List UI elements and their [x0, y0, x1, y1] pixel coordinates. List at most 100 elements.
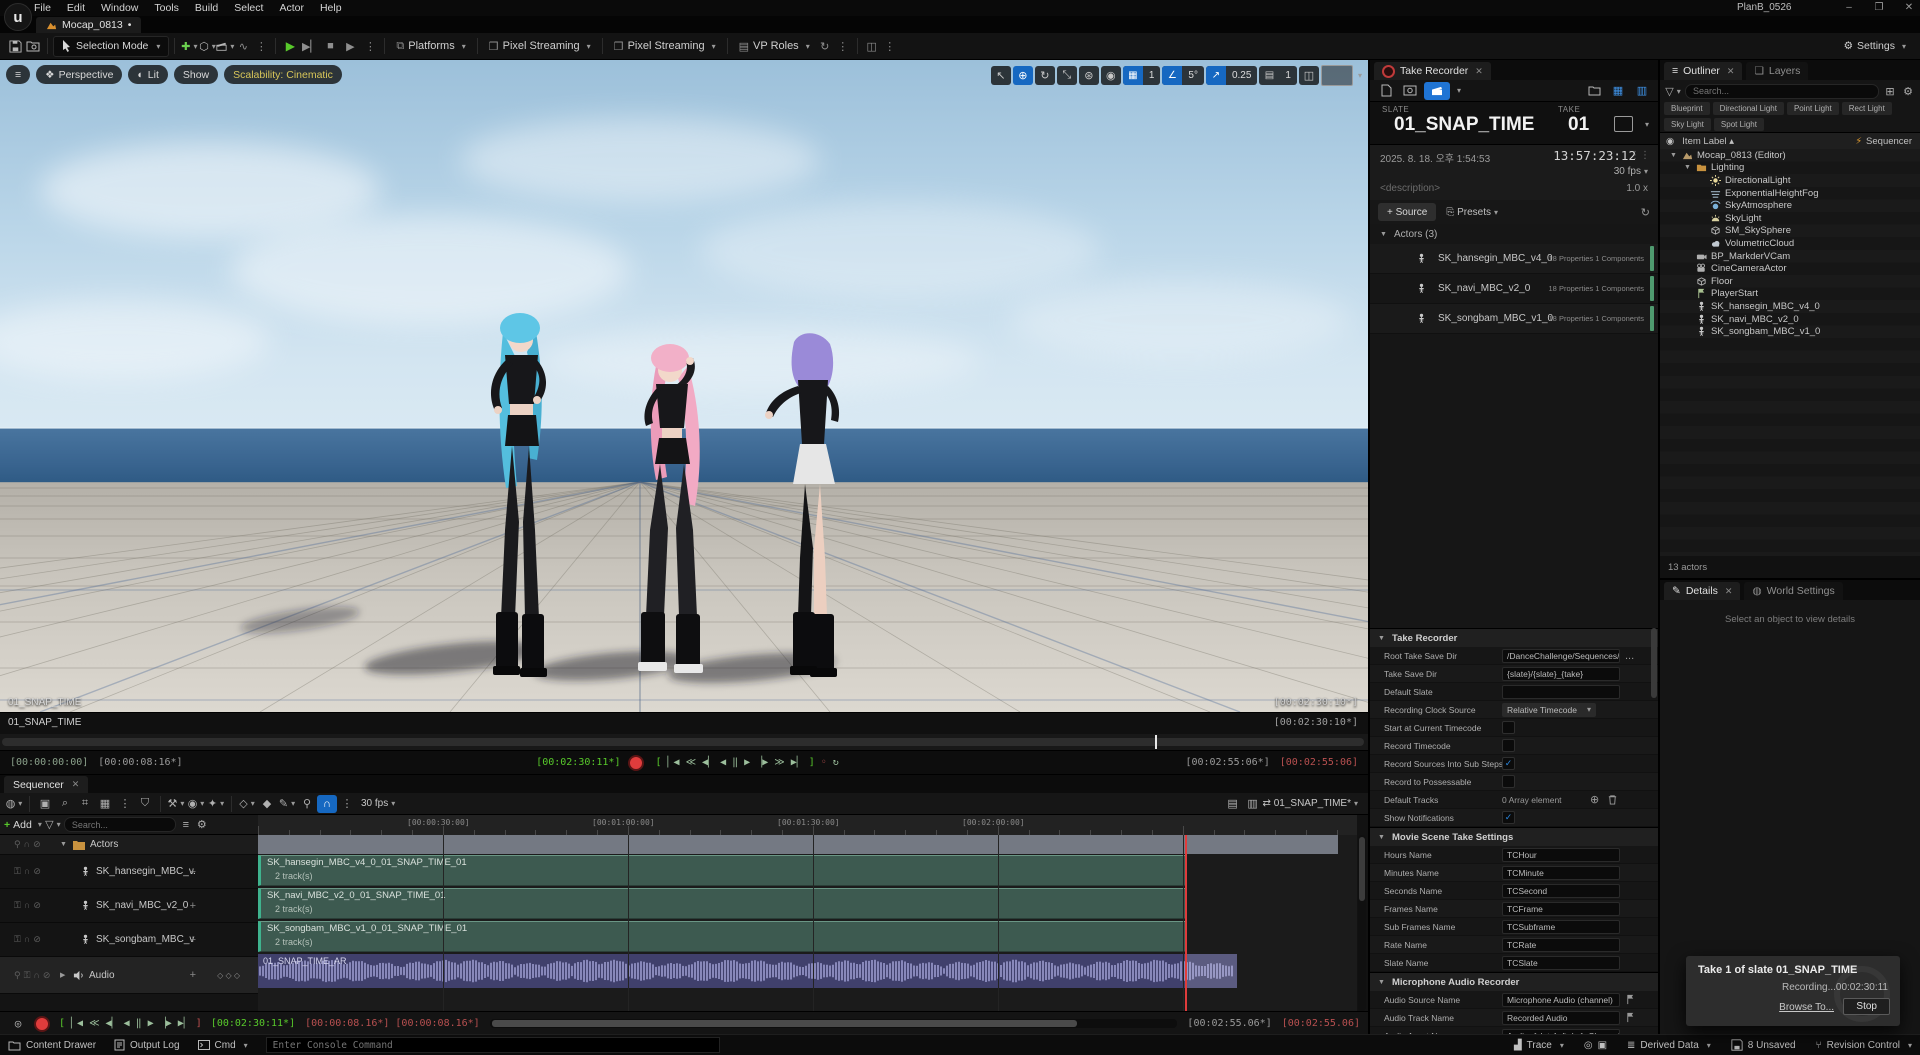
text-value[interactable]: TCRate — [1502, 938, 1620, 952]
menu-actor[interactable]: Actor — [279, 2, 304, 14]
slate-value[interactable]: 01_SNAP_TIME — [1394, 114, 1534, 136]
browse-path-button[interactable]: ... — [1625, 650, 1634, 662]
add-section-icon[interactable]: + — [190, 900, 196, 912]
setting-row-start-at-current-timecode[interactable]: Start at Current Timecode — [1370, 719, 1658, 737]
level-viewport[interactable]: ≡ ❖Perspective ◐Lit Show Scalability: Ci… — [0, 60, 1368, 712]
render-movie-icon[interactable]: ▦ — [95, 795, 115, 813]
settings-section-header[interactable]: ▼Movie Scene Take Settings — [1370, 827, 1658, 846]
trash-icon[interactable] — [1607, 794, 1618, 805]
slate-options-caret-icon[interactable]: ▾ — [1645, 120, 1649, 129]
menu-help[interactable]: Help — [320, 2, 342, 14]
new-take-icon[interactable] — [1376, 82, 1396, 100]
sequencer-horizontal-scrollbar[interactable] — [490, 1019, 1178, 1028]
sequencer-column[interactable]: Sequencer — [1866, 136, 1912, 147]
actors-header[interactable]: ▼ Actors (3) — [1370, 226, 1658, 242]
close-icon[interactable]: ✕ — [1725, 586, 1733, 597]
close-icon[interactable]: ✕ — [72, 779, 80, 790]
outliner-item-floor[interactable]: Floor — [1660, 275, 1920, 288]
snap-magnet-icon[interactable]: ∩ — [317, 795, 337, 813]
menu-edit[interactable]: Edit — [67, 2, 85, 14]
jump-back-button[interactable]: ≪ — [686, 757, 696, 768]
trace-dropdown[interactable]: ▟ Trace▾ — [1514, 1040, 1564, 1051]
presets-dropdown[interactable]: ⎘ Presets▾ — [1446, 207, 1498, 218]
flag-icon[interactable] — [1625, 994, 1636, 1005]
add-source-button[interactable]: + Source — [1378, 203, 1436, 221]
sequencer-timeline-ruler[interactable]: [00:00:30:00][00:01:00:00][00:01:30:00][… — [258, 815, 1357, 836]
filter-chip-point-light[interactable]: Point Light — [1787, 102, 1839, 115]
viewport-menu-button[interactable]: ≡ — [6, 65, 30, 84]
show-dropdown[interactable]: Show — [174, 65, 218, 84]
notes-icon[interactable] — [1614, 116, 1633, 132]
cmd-dropdown[interactable]: Cmd▾ — [198, 1040, 248, 1051]
checkbox[interactable] — [1502, 739, 1515, 752]
setting-row-root-take-save-dir[interactable]: Root Take Save Dir/DanceChallenge/Sequen… — [1370, 647, 1658, 665]
text-value[interactable]: {slate}/{slate}_{take} — [1502, 667, 1620, 681]
details-view-icon[interactable]: ▥ — [1243, 795, 1263, 813]
loop-button[interactable]: ↻ — [833, 757, 839, 768]
details-tab[interactable]: ✎ Details ✕ — [1664, 582, 1740, 600]
camera-preview-box[interactable] — [1321, 65, 1353, 86]
dropdown-value[interactable]: Relative Timecode▾ — [1502, 703, 1596, 717]
outliner-item-directionallight[interactable]: DirectionalLight — [1660, 174, 1920, 187]
timecode-source-icon[interactable]: ⋮⋮ — [1630, 150, 1650, 161]
settings-gear-icon[interactable]: ⚙ — [196, 816, 208, 834]
outliner-item-cinecameraactor[interactable]: CineCameraActor — [1660, 262, 1920, 275]
go-to-end-button[interactable]: ▶▏ — [178, 1018, 190, 1029]
bracket-out-icon[interactable]: ] — [196, 1018, 202, 1029]
revision-control-dropdown[interactable]: ⑂ Revision Control▾ — [1816, 1040, 1912, 1051]
setting-row-show-notifications[interactable]: Show Notifications✓ — [1370, 809, 1658, 827]
sequencer-search-input[interactable] — [64, 817, 176, 832]
world-settings-tab[interactable]: ◍ World Settings — [1744, 582, 1842, 600]
visibility-column-icon[interactable]: ◉ — [1666, 136, 1674, 147]
setting-row-sub-frames-name[interactable]: Sub Frames NameTCSubframe — [1370, 918, 1658, 936]
move-tool-icon[interactable]: ⊕ — [1013, 66, 1033, 85]
settings-section-header[interactable]: ▼Take Recorder — [1370, 628, 1658, 647]
menu-build[interactable]: Build — [195, 2, 218, 14]
range-bar[interactable] — [2, 738, 1364, 746]
camera-cut-dropdown[interactable]: ⇄ 01_SNAP_TIME*▾ — [1263, 798, 1358, 809]
setting-row-record-sources-into-sub-steps[interactable]: Record Sources Into Sub Steps✓ — [1370, 755, 1658, 773]
outliner-item-skyatmosphere[interactable]: SkyAtmosphere — [1660, 199, 1920, 212]
filter-icon[interactable]: ▽▾ — [46, 816, 60, 834]
add-section-icon[interactable]: + — [190, 969, 196, 981]
actor-source-row[interactable]: SK_navi_MBC_v2_018 Properties 1 Componen… — [1370, 274, 1658, 304]
save-sequence-icon[interactable]: ▣ — [35, 795, 55, 813]
add-section-icon[interactable]: + — [190, 866, 196, 878]
select-tool-icon[interactable]: ↖ — [991, 66, 1011, 85]
outliner-item-lighting[interactable]: ▼Lighting — [1660, 162, 1920, 175]
edit-options-icon[interactable]: ✎▾ — [277, 795, 297, 813]
frame-forward-button[interactable]: ▕▶ — [756, 757, 768, 768]
toast-stop-button[interactable]: Stop — [1843, 998, 1890, 1015]
minimize-button[interactable]: – — [1838, 1, 1860, 15]
actor-source-row[interactable]: SK_songbam_MBC_v1_018 Properties 1 Compo… — [1370, 304, 1658, 334]
add-section-icon[interactable]: + — [190, 934, 196, 946]
stop-icon[interactable]: ■ — [321, 37, 339, 55]
outliner-item-sm-skysphere[interactable]: SM_SkySphere — [1660, 225, 1920, 238]
actors-folder-row[interactable]: ⚲∩⊘ ▼ Actors — [0, 835, 258, 855]
keyframe-nav-icons[interactable]: ◇ ◇ ◇ — [217, 971, 240, 980]
refresh-icon[interactable]: ↻ — [816, 37, 834, 55]
snap-options-icon[interactable]: ⋮ — [337, 795, 357, 813]
filter-chip-rect-light[interactable]: Rect Light — [1842, 102, 1892, 115]
sequencer-tab[interactable]: Sequencer ✕ — [4, 776, 88, 793]
setting-row-minutes-name[interactable]: Minutes NameTCMinute — [1370, 864, 1658, 882]
track-toggle-icons[interactable]: ⚿∩⊘ — [14, 934, 60, 945]
settings-dropdown[interactable]: ⚙ Settings▾ — [1844, 40, 1914, 52]
filter-chip-spot-light[interactable]: Spot Light — [1714, 118, 1764, 131]
setting-row-record-timecode[interactable]: Record Timecode — [1370, 737, 1658, 755]
camera-speed-control[interactable]: ▤1 — [1259, 66, 1297, 85]
pause-button[interactable]: ‖ — [136, 1018, 142, 1029]
outliner-item-exponentialheightfog[interactable]: ExponentialHeightFog — [1660, 187, 1920, 200]
play-options-icon[interactable]: ⋮ — [361, 37, 379, 55]
menu-file[interactable]: File — [34, 2, 51, 14]
menu-select[interactable]: Select — [234, 2, 263, 14]
take-speed[interactable]: 1.0 x — [1626, 183, 1648, 194]
menu-window[interactable]: Window — [101, 2, 138, 14]
play-reverse-button[interactable]: ◀ — [720, 757, 726, 768]
cinematics-icon[interactable]: ▾ — [216, 37, 234, 55]
text-value[interactable]: TCFrame — [1502, 902, 1620, 916]
take-description[interactable]: <description> — [1380, 183, 1440, 194]
grid-snap-control[interactable]: ▦1 — [1123, 66, 1161, 85]
play-button[interactable]: ▶ — [744, 757, 750, 768]
checkbox[interactable] — [1502, 775, 1515, 788]
